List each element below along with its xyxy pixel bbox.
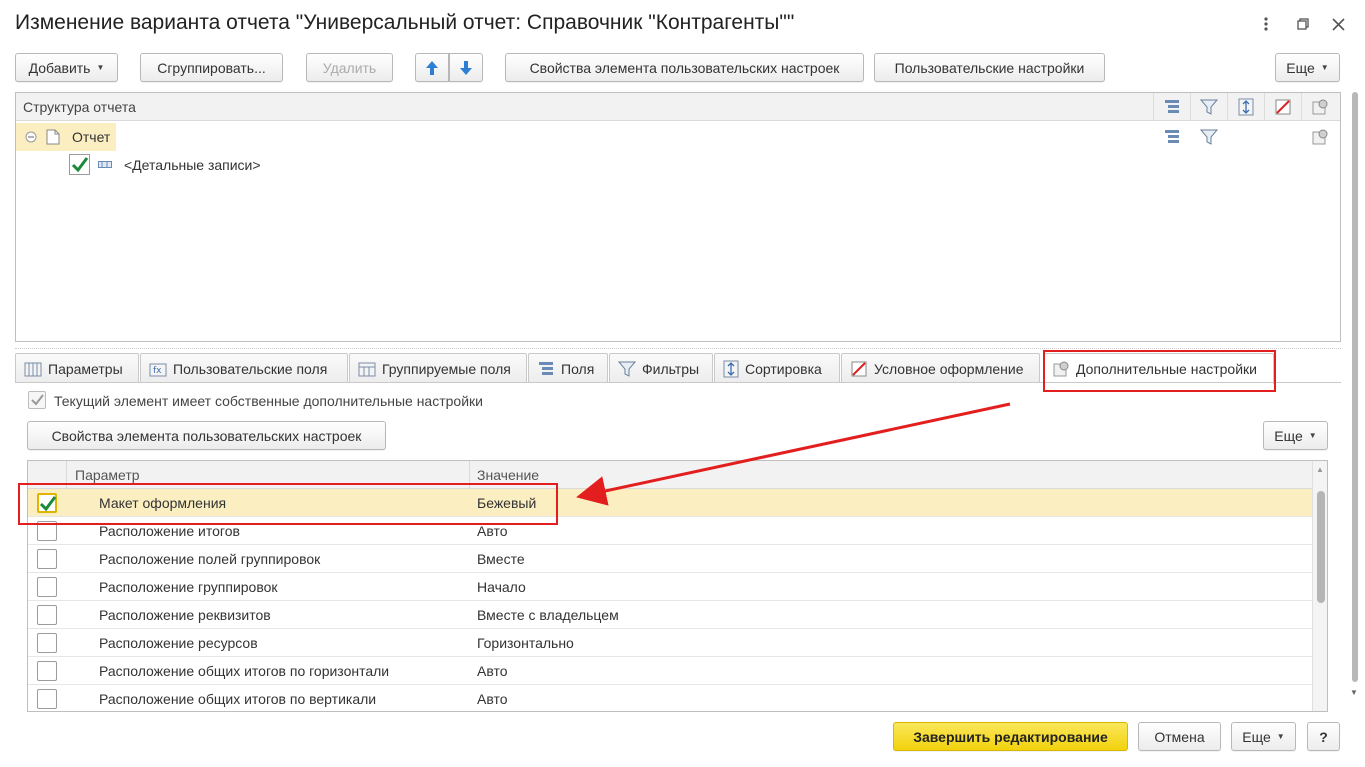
- annotation-arrow: [576, 402, 1011, 506]
